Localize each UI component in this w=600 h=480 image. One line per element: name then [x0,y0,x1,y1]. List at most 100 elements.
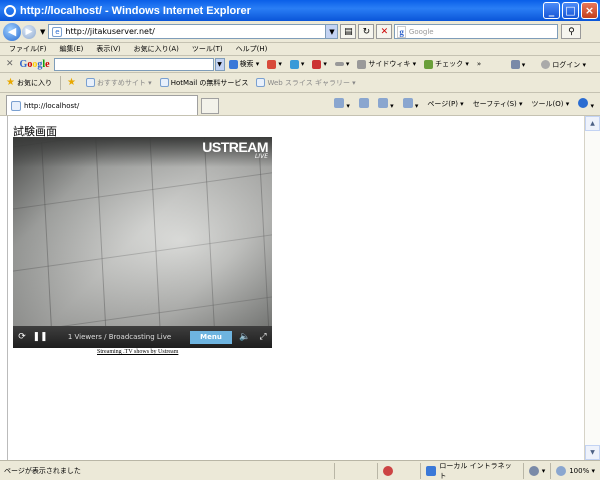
feeds-button[interactable] [358,98,369,110]
mail-icon [377,98,388,108]
sidewiki-icon [357,59,367,69]
favorites-button[interactable]: ★ お気に入り [6,77,52,88]
refresh-stream-icon[interactable]: ⟳ [13,326,31,348]
status-bar: ページが表示されました ローカル イントラネット ▾ 100% ▾ [0,460,600,480]
menu-view[interactable]: 表示(V) [96,44,120,54]
fullscreen-icon[interactable]: ⤢ [254,326,272,348]
rss-icon [358,98,369,108]
highlight-icon [334,62,344,66]
window-titlebar: http://localhost/ - Windows Internet Exp… [0,0,600,21]
wrench-icon [510,60,520,69]
more-tools-button[interactable]: » [477,60,481,68]
scroll-up-icon[interactable]: ▲ [585,116,600,131]
zoom-button[interactable]: 100% ▾ [550,462,600,479]
google-logo: Google [19,58,50,70]
tab-localhost[interactable]: http://localhost/ [6,95,198,115]
home-icon [334,98,345,108]
add-favorite-button[interactable]: ★ [67,77,78,88]
home-button[interactable]: ▾ [334,98,350,110]
google-search-dropdown-icon[interactable]: ▼ [214,57,225,71]
google-search-button[interactable]: 検索 ▾ [228,59,259,69]
abc-check-icon [424,59,434,69]
address-field[interactable]: e http://jitakuserver.net/ ▼ [48,24,339,39]
scroll-down-icon[interactable]: ▼ [585,445,600,460]
video-frame[interactable]: USTREAM LIVE [13,137,272,326]
history-dropdown-icon[interactable]: ▼ [40,28,45,36]
status-message: ページが表示されました [4,466,81,475]
viewer-status: 1 Viewers / Broadcasting Live [67,333,172,341]
divider [59,75,61,90]
security-icon [383,465,394,476]
search-icon [228,59,238,69]
back-button[interactable]: ◀ [3,22,21,41]
close-toolbar-icon[interactable]: ✕ [6,59,14,69]
google-pagerank-button[interactable]: ▾ [312,59,327,69]
status-cell-security [377,462,420,479]
star-icon: ★ [6,77,15,88]
plus-icon [289,59,299,69]
google-toolbar-right: ▾ ログイン ▾ [510,56,594,73]
add-favorite-icon: ★ [66,77,76,88]
page-icon [256,78,266,87]
print-button[interactable]: ▾ [402,98,418,110]
favorites-bar: ★ お気に入り ★ おすすめサイト ▾ HotMail の無料サービス Web ス… [0,73,600,93]
sidewiki-button[interactable]: サイドウィキ ▾ [357,59,416,69]
minimize-button[interactable]: _ [543,2,560,19]
tools-menu-button[interactable]: ツール(O) ▾ [532,99,570,109]
player-menu-button[interactable]: Menu [190,330,232,344]
tab-label: http://localhost/ [24,101,80,110]
volume-icon[interactable]: 🔈 [236,326,254,348]
favorite-item-suggested-sites[interactable]: おすすめサイト ▾ [85,78,152,88]
zone-indicator[interactable]: ローカル イントラネット [420,462,522,480]
forward-button[interactable]: ▶ [22,24,36,39]
ustream-player[interactable]: USTREAM LIVE ⟳ ❚❚ 1 Viewers / Broadcasti… [13,137,272,348]
google-toolbar: ✕ Google ▼ 検索 ▾ ▾ ▾ ▾ ▾ サイドウィキ ▾ チェック ▾ … [0,56,600,73]
menu-favorites[interactable]: お気に入り(A) [134,44,179,54]
pause-icon[interactable]: ❚❚ [31,326,49,348]
ustream-logo: USTREAM LIVE [202,139,268,160]
maximize-button[interactable]: □ [562,2,579,19]
google-highlight-button[interactable]: ▾ [334,60,349,68]
compat-view-button[interactable]: ▤ [340,24,357,39]
spell-check-button[interactable]: チェック ▾ [424,59,469,69]
login-button[interactable]: ログイン ▾ [541,60,586,70]
favorite-item-hotmail[interactable]: HotMail の無料サービス [159,78,248,88]
close-window-button[interactable]: × [581,2,598,19]
page-icon [159,78,169,87]
menu-help[interactable]: ヘルプ(H) [236,44,268,54]
print-icon [402,98,413,108]
window-controls: _ □ × [543,2,598,19]
address-dropdown-icon[interactable]: ▼ [325,25,338,38]
search-go-button[interactable]: ⚲ [561,24,582,39]
menu-edit[interactable]: 編集(E) [60,44,84,54]
help-menu-button[interactable]: ▾ [578,98,594,110]
google-search-input[interactable] [53,57,214,71]
google-extra-button[interactable]: ▾ [267,59,282,69]
search-input[interactable]: g Google [394,24,559,39]
page-icon [11,100,21,111]
address-toolbar: ◀ ▶ ▼ e http://jitakuserver.net/ ▼ ▤ ↻ ✕… [0,21,600,43]
menu-tools[interactable]: ツール(T) [192,44,223,54]
vertical-scrollbar[interactable]: ▲ ▼ [584,116,600,460]
menu-file[interactable]: ファイル(F) [9,44,47,54]
safety-menu-button[interactable]: セーフティ(S) ▾ [473,99,523,109]
ie-logo-icon [4,4,16,17]
status-cell-empty [333,462,377,479]
protected-mode-icon [528,465,539,476]
tab-bar: http://localhost/ ▾ ▾ ▾ ページ(P) ▾ セーフティ(S… [0,93,600,116]
wrench-settings-button[interactable]: ▾ [510,60,525,69]
mail-button[interactable]: ▾ [377,98,394,110]
address-url[interactable]: http://jitakuserver.net/ [65,27,325,36]
refresh-button[interactable]: ↻ [358,24,375,39]
bookmark-icon [267,59,277,69]
new-tab-button[interactable] [201,98,219,114]
ustream-credit-link[interactable]: Streaming .TV shows by Ustream [97,349,178,355]
page-menu-button[interactable]: ページ(P) ▾ [427,99,463,109]
menu-bar: ファイル(F) 編集(E) 表示(V) お気に入り(A) ツール(T) ヘルプ(… [0,43,600,56]
google-add-button[interactable]: ▾ [289,59,304,69]
stop-button[interactable]: ✕ [376,24,393,39]
protected-mode-button[interactable]: ▾ [522,462,551,479]
favorite-item-web-slice-gallery[interactable]: Web スライス ギャラリー ▾ [256,78,356,88]
help-icon [578,98,589,108]
pagerank-icon [312,59,322,69]
